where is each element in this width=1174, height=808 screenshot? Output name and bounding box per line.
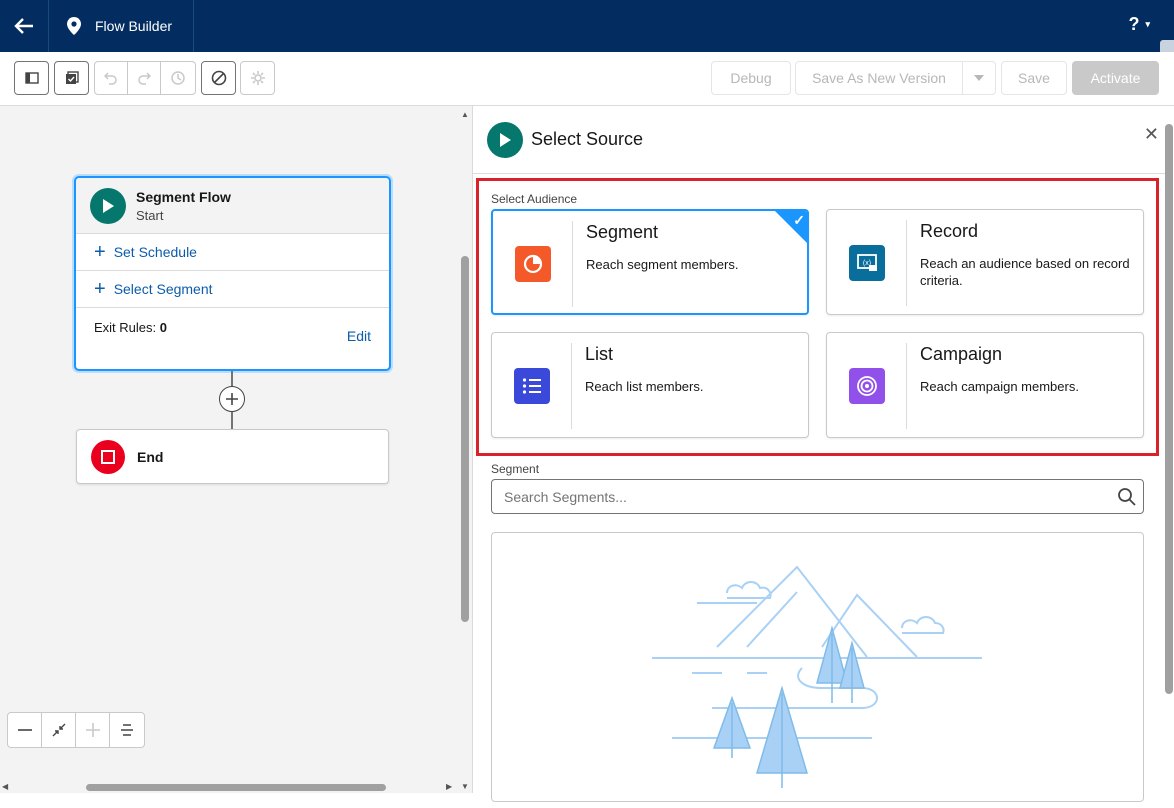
audience-tile-list[interactable]: List Reach list members. bbox=[491, 332, 809, 438]
start-node[interactable]: Segment Flow Start + Set Schedule + Sele… bbox=[74, 176, 391, 371]
mountains-illustration bbox=[652, 565, 982, 788]
segment-pie-icon bbox=[515, 246, 551, 282]
play-icon bbox=[90, 187, 126, 224]
ban-icon bbox=[211, 70, 226, 86]
exit-rules: Exit Rules: 0 Edit bbox=[76, 308, 389, 368]
audience-tile-record[interactable]: (x) Record Reach an audience based on re… bbox=[826, 209, 1144, 315]
arrow-left-icon bbox=[14, 18, 33, 34]
toggle-toolbox-button[interactable] bbox=[14, 61, 49, 95]
list-icon bbox=[514, 368, 550, 404]
app-title-area: Flow Builder bbox=[49, 0, 194, 52]
add-element-button[interactable] bbox=[219, 386, 245, 412]
flow-canvas[interactable]: Segment Flow Start + Set Schedule + Sele… bbox=[0, 106, 472, 793]
zoom-in-button[interactable] bbox=[76, 713, 110, 747]
play-icon bbox=[487, 121, 523, 158]
panel-header: Select Source ✕ bbox=[473, 106, 1165, 174]
segment-field-label: Segment bbox=[491, 462, 540, 476]
panel-toggle-icon bbox=[24, 72, 39, 84]
history-icon bbox=[171, 71, 185, 85]
close-icon[interactable]: ✕ bbox=[1144, 124, 1159, 145]
canvas-horizontal-scrollbar[interactable]: ◀ ▶ bbox=[0, 781, 458, 793]
select-segment-link[interactable]: + Select Segment bbox=[76, 271, 389, 308]
stop-icon bbox=[91, 439, 125, 474]
redo-icon bbox=[138, 72, 151, 85]
start-node-title: Segment Flow bbox=[136, 188, 231, 205]
chevron-down-icon bbox=[974, 75, 984, 81]
chevron-down-icon: ▾ bbox=[1145, 19, 1150, 29]
plus-icon bbox=[85, 723, 100, 737]
gear-icon bbox=[250, 71, 265, 85]
zoom-out-button[interactable] bbox=[8, 713, 42, 747]
search-icon bbox=[1118, 488, 1136, 506]
version-history-button[interactable] bbox=[160, 61, 196, 95]
save-as-new-version-button[interactable]: Save As New Version bbox=[795, 61, 963, 95]
tile-description: Reach campaign members. bbox=[920, 379, 1079, 394]
tile-title: List bbox=[585, 344, 614, 364]
scroll-down-icon[interactable]: ▼ bbox=[461, 782, 469, 791]
select-audience-label: Select Audience bbox=[491, 192, 578, 206]
scroll-thumb[interactable] bbox=[461, 256, 469, 622]
tile-description: Reach an audience based on record criter… bbox=[920, 256, 1130, 288]
end-node[interactable]: End bbox=[76, 429, 389, 484]
exit-rules-value: 0 bbox=[159, 320, 167, 335]
back-button[interactable] bbox=[0, 0, 49, 52]
debug-button[interactable]: Debug bbox=[711, 61, 791, 95]
tile-title: Record bbox=[920, 221, 979, 241]
plus-icon bbox=[226, 393, 238, 405]
settings-button[interactable] bbox=[240, 61, 275, 95]
save-button[interactable]: Save bbox=[1001, 61, 1067, 95]
segments-empty-state bbox=[491, 532, 1144, 802]
location-pin-icon bbox=[67, 17, 81, 35]
record-variable-icon: (x) bbox=[849, 245, 885, 281]
scroll-right-icon[interactable]: ▶ bbox=[446, 782, 452, 791]
undo-icon bbox=[104, 72, 117, 85]
add-icon: + bbox=[94, 241, 106, 263]
fit-view-button[interactable] bbox=[42, 713, 76, 747]
search-input[interactable] bbox=[504, 480, 1104, 513]
scroll-left-icon[interactable]: ◀ bbox=[2, 782, 8, 791]
checklist-icon bbox=[65, 71, 79, 84]
tile-description: Reach segment members. bbox=[586, 257, 739, 272]
set-schedule-link[interactable]: + Set Schedule bbox=[76, 234, 389, 271]
flow-toolbar: Debug Save As New Version Save Activate bbox=[0, 52, 1174, 106]
end-node-label: End bbox=[137, 448, 164, 465]
check-icon: ✓ bbox=[793, 212, 805, 228]
target-icon bbox=[849, 368, 885, 404]
select-source-panel: Select Source ✕ Select Audience Segment … bbox=[472, 106, 1174, 802]
help-icon: ? bbox=[1128, 14, 1140, 34]
help-menu-button[interactable]: ? ▾ bbox=[1128, 14, 1150, 35]
start-node-header: Segment Flow Start bbox=[76, 178, 389, 234]
flow-details-button[interactable] bbox=[54, 61, 89, 95]
tile-title: Segment bbox=[586, 222, 659, 242]
scroll-thumb[interactable] bbox=[1165, 124, 1173, 694]
canvas-vertical-scrollbar[interactable]: ▲ ▼ bbox=[458, 106, 472, 793]
app-title: Flow Builder bbox=[95, 18, 173, 34]
tile-title: Campaign bbox=[920, 344, 1003, 364]
scroll-thumb[interactable] bbox=[86, 784, 386, 791]
contract-icon bbox=[52, 723, 65, 737]
audience-tile-segment[interactable]: Segment Reach segment members. ✓ bbox=[491, 209, 809, 315]
auto-layout-button[interactable] bbox=[110, 713, 144, 747]
undo-button[interactable] bbox=[94, 61, 128, 95]
add-icon: + bbox=[94, 278, 106, 300]
deactivate-button[interactable] bbox=[201, 61, 236, 95]
panel-title: Select Source bbox=[531, 129, 644, 149]
activate-button[interactable]: Activate bbox=[1072, 61, 1159, 95]
exit-rules-label: Exit Rules: bbox=[94, 320, 157, 335]
redo-button[interactable] bbox=[127, 61, 161, 95]
audience-tile-campaign[interactable]: Campaign Reach campaign members. bbox=[826, 332, 1144, 438]
save-options-dropdown[interactable] bbox=[962, 61, 996, 95]
global-header: Flow Builder ? ▾ bbox=[0, 0, 1174, 52]
tile-description: Reach list members. bbox=[585, 379, 704, 394]
select-segment-label: Select Segment bbox=[113, 281, 213, 297]
search-segments-field[interactable] bbox=[491, 479, 1144, 514]
minus-icon bbox=[17, 729, 32, 731]
scroll-up-icon[interactable]: ▲ bbox=[461, 110, 469, 119]
panel-vertical-scrollbar[interactable] bbox=[1164, 106, 1174, 793]
align-center-icon bbox=[121, 724, 133, 736]
zoom-controls bbox=[7, 712, 145, 748]
set-schedule-label: Set Schedule bbox=[113, 244, 197, 260]
edit-exit-rules-link[interactable]: Edit bbox=[347, 328, 371, 344]
start-node-subtitle: Start bbox=[136, 207, 164, 223]
